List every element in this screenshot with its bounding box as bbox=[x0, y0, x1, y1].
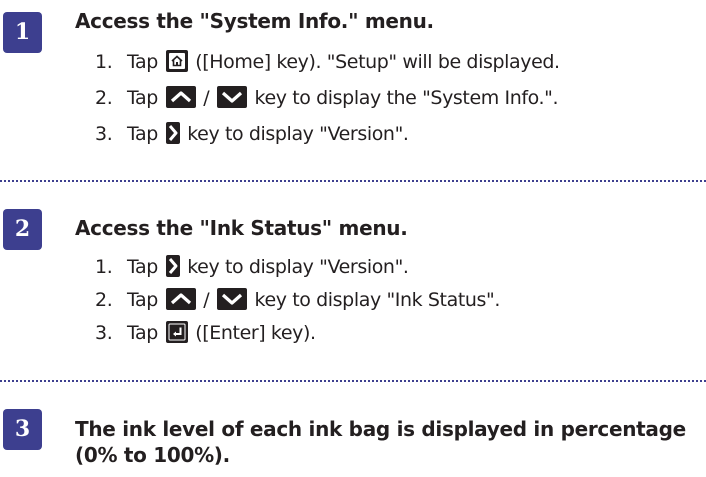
step-heading: The ink level of each ink bag is display… bbox=[75, 417, 686, 467]
item-text-pre: Tap bbox=[127, 87, 164, 109]
right-key-icon bbox=[165, 254, 180, 277]
item-text-pre: Tap bbox=[127, 322, 164, 344]
item-text-pre: Tap bbox=[127, 289, 164, 311]
item-text-post: key to display "Ink Status". bbox=[248, 289, 501, 311]
dotted-divider bbox=[0, 180, 706, 182]
down-key-icon bbox=[216, 287, 247, 310]
item-text-pre: Tap bbox=[127, 123, 164, 145]
list-item: 2. Tap / key to display the "System Info.… bbox=[95, 84, 559, 112]
up-key-icon bbox=[165, 287, 196, 310]
down-key-icon bbox=[216, 85, 247, 108]
item-number: 3. bbox=[95, 322, 113, 344]
home-key-icon bbox=[165, 49, 188, 72]
step-heading: Access the "System Info." menu. bbox=[75, 9, 434, 33]
list-item: 1. Tap ([Home] key). "Setup" will be disp… bbox=[95, 48, 560, 76]
up-key-icon bbox=[165, 85, 196, 108]
list-item: 3. Tap ([Enter] key). bbox=[95, 319, 316, 347]
item-number: 1. bbox=[95, 256, 113, 278]
list-item: 2. Tap / key to display "Ink Status". bbox=[95, 286, 500, 314]
item-text-post: ([Home] key). "Setup" will be displayed. bbox=[189, 51, 560, 73]
item-text-pre: Tap bbox=[127, 51, 164, 73]
key-separator: / bbox=[197, 87, 215, 109]
item-text-post: key to display the "System Info.". bbox=[248, 87, 559, 109]
item-text-post: ([Enter] key). bbox=[189, 322, 316, 344]
item-number: 2. bbox=[95, 289, 113, 311]
item-number: 2. bbox=[95, 87, 113, 109]
dotted-divider bbox=[0, 380, 706, 382]
enter-key-icon bbox=[165, 320, 188, 343]
step-number-badge: 3 bbox=[3, 409, 42, 450]
item-text-pre: Tap bbox=[127, 256, 164, 278]
step-number-badge: 1 bbox=[3, 12, 42, 53]
item-text-post: key to display "Version". bbox=[181, 256, 409, 278]
step-number-badge: 2 bbox=[3, 209, 42, 250]
item-number: 1. bbox=[95, 51, 113, 73]
key-separator: / bbox=[197, 289, 215, 311]
step-heading: Access the "Ink Status" menu. bbox=[75, 216, 408, 240]
right-key-icon bbox=[165, 121, 180, 144]
list-item: 1. Tap key to display "Version". bbox=[95, 253, 409, 281]
item-number: 3. bbox=[95, 123, 113, 145]
list-item: 3. Tap key to display "Version". bbox=[95, 120, 409, 148]
item-text-post: key to display "Version". bbox=[181, 123, 409, 145]
